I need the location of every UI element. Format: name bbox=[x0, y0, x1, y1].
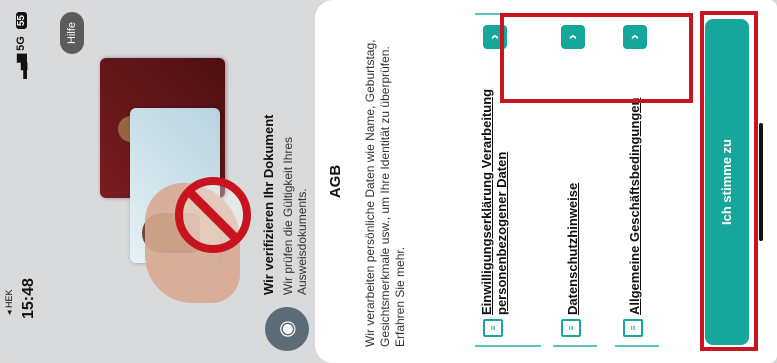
highlight-box-chevrons bbox=[500, 13, 693, 103]
battery-icon: 55 bbox=[16, 12, 27, 30]
clock: 15:48 bbox=[20, 278, 37, 319]
highlight-box-agree bbox=[700, 11, 758, 351]
network-type: 5G bbox=[15, 36, 27, 51]
sheet-intro: Wir verarbeiten persönliche Daten wie Na… bbox=[363, 39, 407, 347]
verify-text: Wir prüfen die Gültigkeit Ihres Ausweisd… bbox=[281, 136, 309, 295]
document-icon: ≡ bbox=[483, 319, 503, 337]
verify-title: Wir verifizieren Ihr Dokument bbox=[261, 114, 276, 295]
document-icon: ≡ bbox=[623, 319, 643, 337]
link-privacy-label: Datenschutzhinweise bbox=[565, 182, 580, 315]
signal-icon: ▂▄▆ bbox=[15, 53, 27, 79]
home-indicator bbox=[759, 123, 763, 241]
camera-icon: ◉ bbox=[265, 307, 309, 351]
link-terms-label: Allgemeine Geschäftsbedingungen bbox=[627, 97, 642, 315]
document-icon: ≡ bbox=[561, 319, 581, 337]
screenshot-frame: { "status_bar": { "time": "15:48", "back… bbox=[0, 0, 777, 363]
phone-screen: ◂ HEK 15:48 ▂▄▆ 5G 55 Hilfe ◉ Wir verifi… bbox=[0, 0, 777, 363]
document-illustration bbox=[90, 58, 260, 303]
back-to-app[interactable]: ◂ HEK bbox=[4, 289, 15, 315]
sheet-title: AGB bbox=[327, 164, 344, 199]
status-bar: ◂ HEK 15:48 ▂▄▆ 5G 55 bbox=[0, 0, 44, 363]
help-button[interactable]: Hilfe bbox=[60, 12, 84, 55]
prohibited-icon bbox=[175, 177, 251, 253]
link-consent-label: Einwilligungserklärung Verarbeitung pers… bbox=[479, 88, 509, 315]
status-right: ▂▄▆ 5G 55 bbox=[14, 12, 27, 79]
